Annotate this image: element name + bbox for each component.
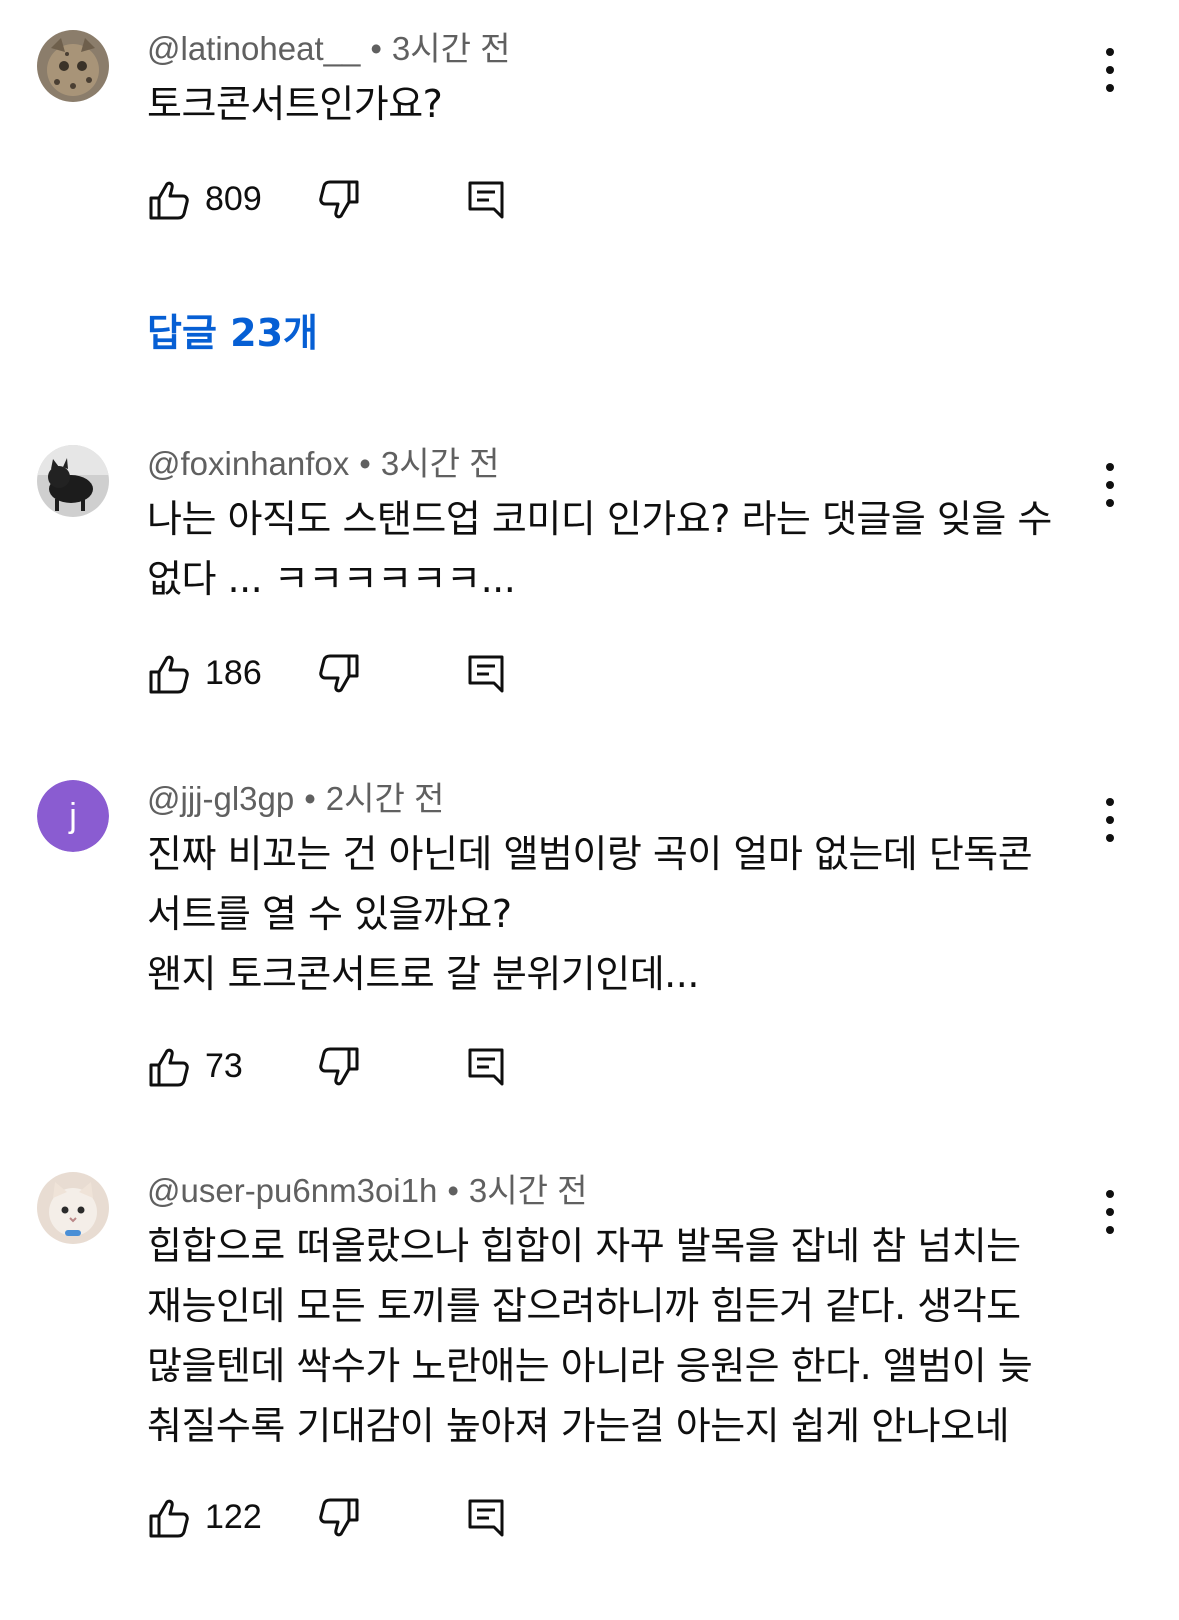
comment-line: 왠지 토크콘서트로 갈 분위기인데... [147,952,699,996]
avatar[interactable]: j [37,780,109,852]
comment-header: @user-pu6nm3oi1h • 3시간 전 [147,1164,588,1212]
comment-line: 힙합으로 떠올랐으나 힙합이 자꾸 발목을 잡네 참 넘치는 [147,1224,1021,1268]
separator-dot: • [304,780,316,817]
author-handle[interactable]: @user-pu6nm3oi1h [147,1172,437,1209]
comment-line: 재능인데 모든 토끼를 잡으려하니까 힘든거 같다. 생각도 [147,1284,1021,1328]
separator-dot: • [370,30,382,67]
comment-header: @jjj-gl3gp • 2시간 전 [147,772,444,820]
thumbs-down-icon[interactable] [317,178,361,222]
comment-text: 토크콘서트인가요? [147,74,1107,134]
avatar[interactable] [37,30,109,102]
reply-icon[interactable] [465,652,509,696]
comment-text: 진짜 비꼬는 건 아닌데 앨범이랑 곡이 얼마 없는데 단독콘 서트를 열 수 … [147,824,1107,1004]
comment-line: 진짜 비꼬는 건 아닌데 앨범이랑 곡이 얼마 없는데 단독콘 [147,832,1033,876]
comment-line: 나는 아직도 스탠드업 코미디 인가요? 라는 댓글을 잊을 수 [147,497,1052,541]
comment-header: @foxinhanfox • 3시간 전 [147,437,499,485]
thumbs-up-icon[interactable] [147,1496,191,1540]
comment-header: @latinoheat__ • 3시간 전 [147,22,511,70]
reply-icon[interactable] [465,1496,509,1540]
comment-actions: 809 [147,178,547,228]
separator-dot: • [447,1172,459,1209]
comment-line: 없다 ... ㅋㅋㅋㅋㅋㅋ... [147,557,516,601]
comment-line: 춰질수록 기대감이 높아져 가는걸 아는지 쉽게 안나오네 [147,1404,1010,1448]
timestamp[interactable]: 2시간 전 [326,780,445,817]
thumbs-down-icon[interactable] [317,652,361,696]
avatar[interactable] [37,1172,109,1244]
thumbs-up-icon[interactable] [147,178,191,222]
like-count: 186 [205,654,262,692]
avatar-letter: j [37,780,109,852]
comment-actions: 186 [147,652,547,702]
comment-text: 나는 아직도 스탠드업 코미디 인가요? 라는 댓글을 잊을 수 없다 ... … [147,489,1107,609]
separator-dot: • [359,445,371,482]
reply-icon[interactable] [465,178,509,222]
timestamp[interactable]: 3시간 전 [469,1172,588,1209]
thumbs-up-icon[interactable] [147,652,191,696]
comment-text: 힙합으로 떠올랐으나 힙합이 자꾸 발목을 잡네 참 넘치는 재능인데 모든 토… [147,1216,1107,1456]
thumbs-down-icon[interactable] [317,1496,361,1540]
author-handle[interactable]: @jjj-gl3gp [147,780,294,817]
like-count: 122 [205,1498,262,1536]
timestamp[interactable]: 3시간 전 [381,445,500,482]
avatar[interactable] [37,445,109,517]
comment-line: 토크콘서트인가요? [147,82,443,126]
thumbs-up-icon[interactable] [147,1045,191,1089]
author-handle[interactable]: @foxinhanfox [147,445,349,482]
timestamp[interactable]: 3시간 전 [392,30,511,67]
comment-actions: 73 [147,1045,547,1095]
like-count: 73 [205,1047,243,1085]
comment-line: 많을텐데 싹수가 노란애는 아니라 응원은 한다. 앨범이 늦 [147,1344,1033,1388]
comment-line: 서트를 열 수 있을까요? [147,892,512,936]
author-handle[interactable]: @latinoheat__ [147,30,360,67]
view-replies-link[interactable]: 답글 23개 [147,302,318,357]
like-count: 809 [205,180,262,218]
reply-icon[interactable] [465,1045,509,1089]
comment-actions: 122 [147,1496,547,1546]
thumbs-down-icon[interactable] [317,1045,361,1089]
